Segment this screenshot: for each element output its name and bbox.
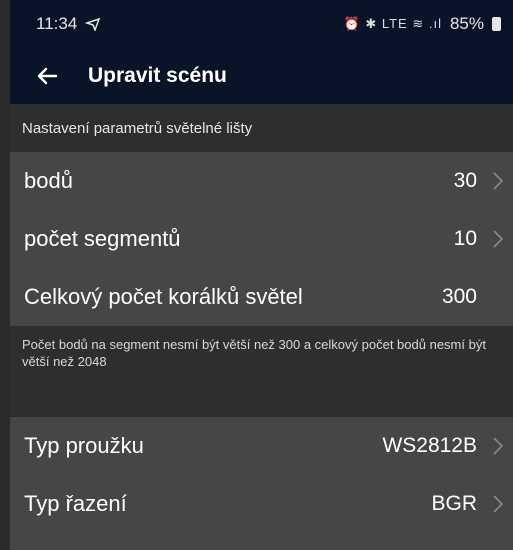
status-right: ⏰ ✱ LTE ≋ .ıl 85% (344, 14, 501, 34)
info-note: Počet bodů na segment nesmí být větší ne… (10, 326, 513, 417)
status-icons: ⏰ ✱ LTE ≋ .ıl (343, 16, 442, 31)
row-right: 300 (442, 285, 505, 309)
chevron-right-icon (493, 495, 504, 513)
signal-arrow-icon (85, 17, 101, 31)
row-points[interactable]: bodů 30 (10, 152, 513, 210)
status-bar: 11:34 ⏰ ✱ LTE ≋ .ıl 85% (10, 0, 513, 48)
chevron-right-icon (493, 230, 504, 248)
row-order-type[interactable]: Typ řazení BGR (10, 475, 513, 533)
status-time: 11:34 (36, 14, 78, 33)
screen: 11:34 ⏰ ✱ LTE ≋ .ıl 85% Upravit scénu Na… (10, 0, 513, 550)
row-right: 30 (454, 169, 505, 193)
row-value: WS2812B (382, 434, 477, 457)
row-value: 300 (441, 285, 477, 308)
row-label: Typ proužku (24, 433, 144, 458)
back-arrow-icon[interactable] (36, 65, 58, 87)
chevron-right-icon (493, 437, 504, 455)
row-strip-type[interactable]: Typ proužku WS2812B (10, 417, 513, 475)
status-left: 11:34 (36, 14, 101, 34)
row-right: 10 (454, 227, 505, 251)
row-right: WS2812B (382, 434, 505, 458)
battery-icon (492, 17, 501, 31)
row-value: BGR (431, 492, 477, 515)
row-right: BGR (431, 492, 505, 516)
row-label: Typ řazení (24, 491, 127, 516)
row-label: počet segmentů (24, 226, 181, 251)
row-label: bodů (24, 168, 73, 193)
battery-percent: 85% (449, 14, 484, 33)
chevron-right-icon (493, 172, 504, 190)
row-total-beads: Celkový počet korálků světel 300 (10, 268, 513, 326)
row-segments[interactable]: počet segmentů 10 (10, 210, 513, 268)
row-label: Celkový počet korálků světel (24, 284, 303, 309)
section-header: Nastavení parametrů světelné lišty (10, 104, 513, 152)
row-value: 30 (453, 169, 477, 192)
page-title: Upravit scénu (88, 64, 227, 87)
row-value: 10 (453, 227, 477, 250)
app-bar: Upravit scénu (10, 48, 513, 104)
